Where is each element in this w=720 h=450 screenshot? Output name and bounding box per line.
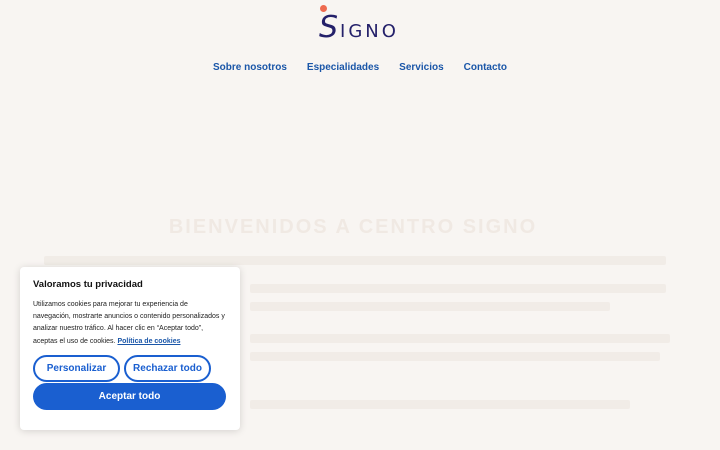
main-nav: Sobre nosotros Especialidades Servicios … [0,62,720,73]
faded-text-line [250,400,630,409]
logo-wordmark: SIGNO [319,13,399,43]
nav-item-contacto[interactable]: Contacto [464,62,507,73]
faded-text-line [250,284,666,293]
reject-all-button[interactable]: Rechazar todo [124,354,211,382]
site-logo[interactable]: SIGNO [318,4,408,48]
cookie-consent-dialog: Valoramos tu privacidad Utilizamos cooki… [20,267,240,430]
nav-item-servicios[interactable]: Servicios [399,62,443,73]
cookie-policy-link[interactable]: Política de cookies [117,338,180,345]
logo-initial: S [319,10,341,45]
nav-item-sobre-nosotros[interactable]: Sobre nosotros [213,62,287,73]
faded-text-line [250,352,660,361]
accept-all-button[interactable]: Aceptar todo [33,382,226,410]
cookie-description: Utilizamos cookies para mejorar tu exper… [33,299,227,348]
hero-title: BIENVENIDOS A CENTRO SIGNO [168,216,538,239]
cookie-title: Valoramos tu privacidad [33,279,143,290]
nav-item-especialidades[interactable]: Especialidades [307,62,379,73]
customize-button[interactable]: Personalizar [33,354,120,382]
faded-text-line [250,302,610,311]
faded-text-line [250,334,670,343]
cookie-button-row: Personalizar Rechazar todo [33,354,227,382]
logo-rest: IGNO [340,21,399,42]
faded-text-line [44,256,666,265]
